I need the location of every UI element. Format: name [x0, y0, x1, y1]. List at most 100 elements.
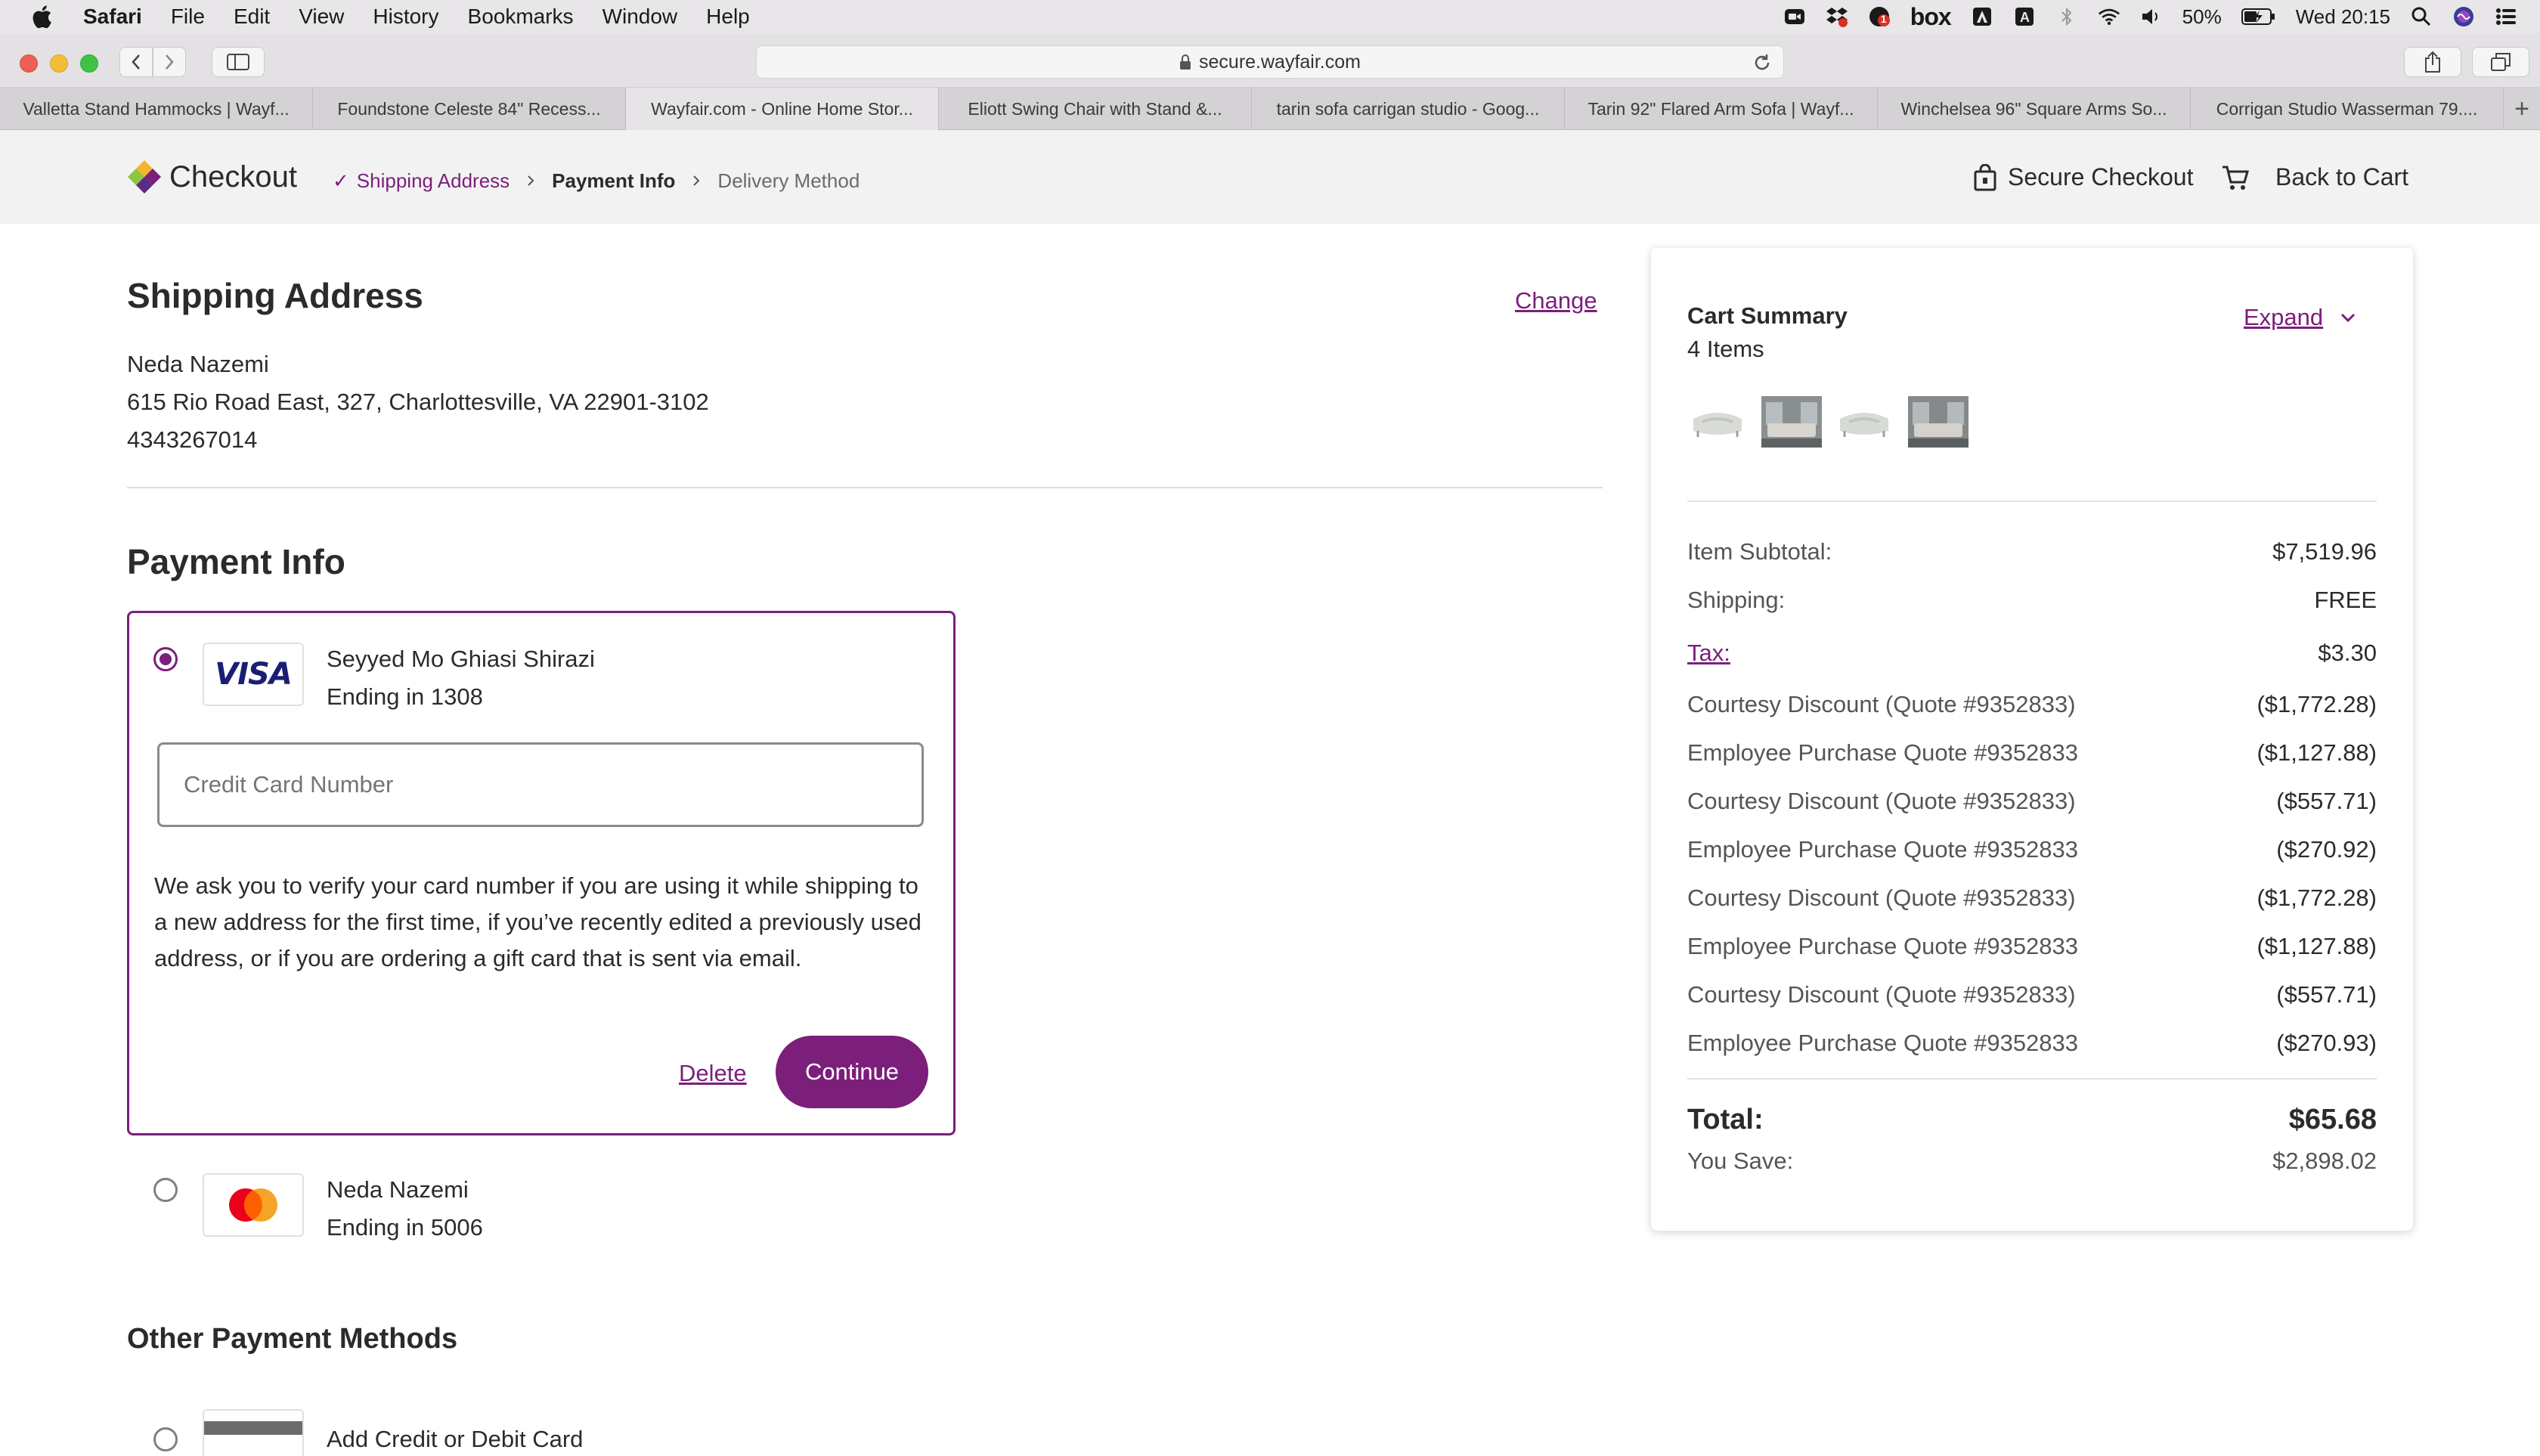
sidebar-toggle-button[interactable] — [212, 47, 265, 77]
reload-icon[interactable] — [1752, 52, 1773, 73]
card-mastercard-radio[interactable] — [153, 1178, 178, 1202]
continue-button[interactable]: Continue — [776, 1036, 928, 1108]
add-credit-card-label[interactable]: Add Credit or Debit Card — [327, 1426, 583, 1453]
cart-row: Employee Purchase Quote #9352833 ($270.9… — [1687, 836, 2377, 863]
cart-icon — [2222, 166, 2249, 190]
cart-item-thumbnail[interactable] — [1761, 396, 1822, 448]
tab-overview-button[interactable] — [2472, 47, 2529, 77]
row-value: ($270.93) — [2276, 1030, 2377, 1056]
apple-icon[interactable] — [30, 5, 53, 29]
breadcrumb-payment-info: Payment Info — [552, 169, 676, 192]
zoom-window-button[interactable] — [80, 54, 98, 73]
browser-tab[interactable]: Corrigan Studio Wasserman 79.... — [2191, 88, 2504, 130]
cart-item-thumbnail[interactable] — [1908, 396, 1968, 448]
shipping-street: 615 Rio Road East, 327, Charlottesville,… — [127, 389, 709, 415]
dropbox-icon[interactable] — [1826, 5, 1848, 28]
menu-window[interactable]: Window — [602, 5, 678, 29]
secure-checkout-label: Secure Checkout — [2008, 163, 2194, 191]
notification-badge-icon[interactable]: 1 — [1868, 5, 1891, 28]
close-window-button[interactable] — [20, 54, 38, 73]
tax-link[interactable]: Tax: — [1687, 640, 1730, 667]
wayfair-logo-icon[interactable] — [127, 159, 162, 194]
adobe-icon[interactable] — [1971, 5, 1993, 28]
row-value: $3.30 — [2318, 640, 2377, 666]
expand-cart-button[interactable]: Expand — [2244, 304, 2356, 331]
total-value: $65.68 — [2288, 1104, 2377, 1135]
minimize-window-button[interactable] — [50, 54, 68, 73]
forward-button[interactable] — [153, 47, 186, 77]
menu-view[interactable]: View — [299, 5, 344, 29]
cart-row: Courtesy Discount (Quote #9352833) ($1,7… — [1687, 691, 2377, 718]
cart-item-count: 4 Items — [1687, 336, 1764, 362]
browser-tab[interactable]: Winchelsea 96" Square Arms So... — [1878, 88, 2191, 130]
browser-tab[interactable]: Foundstone Celeste 84" Recess... — [313, 88, 626, 130]
menu-safari[interactable]: Safari — [83, 5, 142, 29]
shipping-address-heading: Shipping Address — [127, 276, 423, 315]
tabs-icon — [2491, 53, 2511, 71]
cart-row: Courtesy Discount (Quote #9352833) ($557… — [1687, 788, 2377, 815]
row-label: Item Subtotal: — [1687, 538, 1832, 565]
menu-bookmarks[interactable]: Bookmarks — [468, 5, 574, 29]
card-mastercard-ending: Ending in 5006 — [327, 1214, 483, 1241]
clock[interactable]: Wed 20:15 — [2296, 5, 2390, 29]
breadcrumb-delivery-method: Delivery Method — [717, 169, 860, 192]
row-label: Employee Purchase Quote #9352833 — [1687, 1030, 2079, 1056]
cart-row: Item Subtotal: $7,519.96 — [1687, 538, 2377, 565]
cart-row: Courtesy Discount (Quote #9352833) ($1,7… — [1687, 884, 2377, 912]
change-address-link[interactable]: Change — [1515, 287, 1597, 314]
bluetooth-icon[interactable] — [2055, 5, 2078, 28]
delete-card-link[interactable]: Delete — [679, 1060, 747, 1087]
back-to-cart-label: Back to Cart — [2275, 163, 2409, 191]
checkout-title: Checkout — [169, 160, 297, 194]
menu-history[interactable]: History — [373, 5, 438, 29]
back-to-cart-link[interactable]: Back to Cart — [2221, 163, 2408, 191]
browser-tab[interactable]: Eliott Swing Chair with Stand &... — [939, 88, 1252, 130]
cart-row: Courtesy Discount (Quote #9352833) ($557… — [1687, 981, 2377, 1008]
menu-file[interactable]: File — [171, 5, 205, 29]
zoom-icon[interactable] — [1783, 5, 1806, 28]
siri-icon[interactable] — [2452, 5, 2475, 28]
card-visa-radio[interactable] — [153, 647, 178, 671]
breadcrumb-shipping-address[interactable]: Shipping Address — [357, 169, 510, 193]
box-app-icon[interactable]: box — [1910, 3, 1952, 31]
spotlight-search-icon[interactable] — [2410, 5, 2433, 28]
row-value: $7,519.96 — [2272, 538, 2377, 565]
cart-item-thumbnail[interactable] — [1687, 396, 1748, 448]
browser-tab-active[interactable]: Wayfair.com - Online Home Stor... — [626, 88, 939, 130]
control-center-icon[interactable] — [2495, 5, 2517, 28]
tab-strip: Valletta Stand Hammocks | Wayf... Founds… — [0, 88, 2540, 130]
card-mastercard-holder: Neda Nazemi — [327, 1176, 469, 1203]
menu-edit[interactable]: Edit — [234, 5, 270, 29]
browser-tab[interactable]: Valletta Stand Hammocks | Wayf... — [0, 88, 313, 130]
credit-card-number-input[interactable] — [157, 742, 924, 827]
row-label: Employee Purchase Quote #9352833 — [1687, 836, 2079, 863]
new-tab-button[interactable]: + — [2504, 88, 2540, 130]
row-value: ($1,772.28) — [2257, 884, 2377, 911]
savings-value: $2,898.02 — [2272, 1148, 2377, 1174]
font-app-icon[interactable]: A — [2013, 5, 2036, 28]
share-icon — [2425, 51, 2440, 73]
back-button[interactable] — [119, 47, 153, 77]
menu-help[interactable]: Help — [706, 5, 750, 29]
browser-tab[interactable]: Tarin 92" Flared Arm Sofa | Wayf... — [1565, 88, 1878, 130]
cart-item-thumbnail[interactable] — [1834, 396, 1894, 448]
visa-brand-text: VISA — [215, 657, 293, 692]
volume-icon[interactable] — [2140, 5, 2163, 28]
share-button[interactable] — [2404, 47, 2461, 77]
row-label: Courtesy Discount (Quote #9352833) — [1687, 884, 2076, 911]
secure-checkout: Secure Checkout — [1973, 163, 2193, 191]
battery-percent: 50% — [2182, 5, 2222, 28]
chevron-left-icon — [132, 54, 140, 70]
cart-divider — [1687, 1078, 2377, 1080]
address-bar[interactable]: secure.wayfair.com — [756, 45, 1784, 79]
generic-card-icon — [203, 1409, 304, 1456]
add-card-radio[interactable] — [153, 1427, 178, 1451]
battery-charging-icon[interactable] — [2241, 5, 2276, 28]
shopping-bag-lock-icon — [1974, 163, 1996, 191]
cart-row: Employee Purchase Quote #9352833 ($1,127… — [1687, 933, 2377, 960]
wifi-icon[interactable] — [2098, 5, 2120, 28]
browser-tab[interactable]: tarin sofa carrigan studio - Goog... — [1252, 88, 1565, 130]
row-value: ($557.71) — [2276, 788, 2377, 814]
chevron-right-icon — [526, 169, 535, 193]
cart-savings: You Save: $2,898.02 — [1687, 1148, 2377, 1175]
